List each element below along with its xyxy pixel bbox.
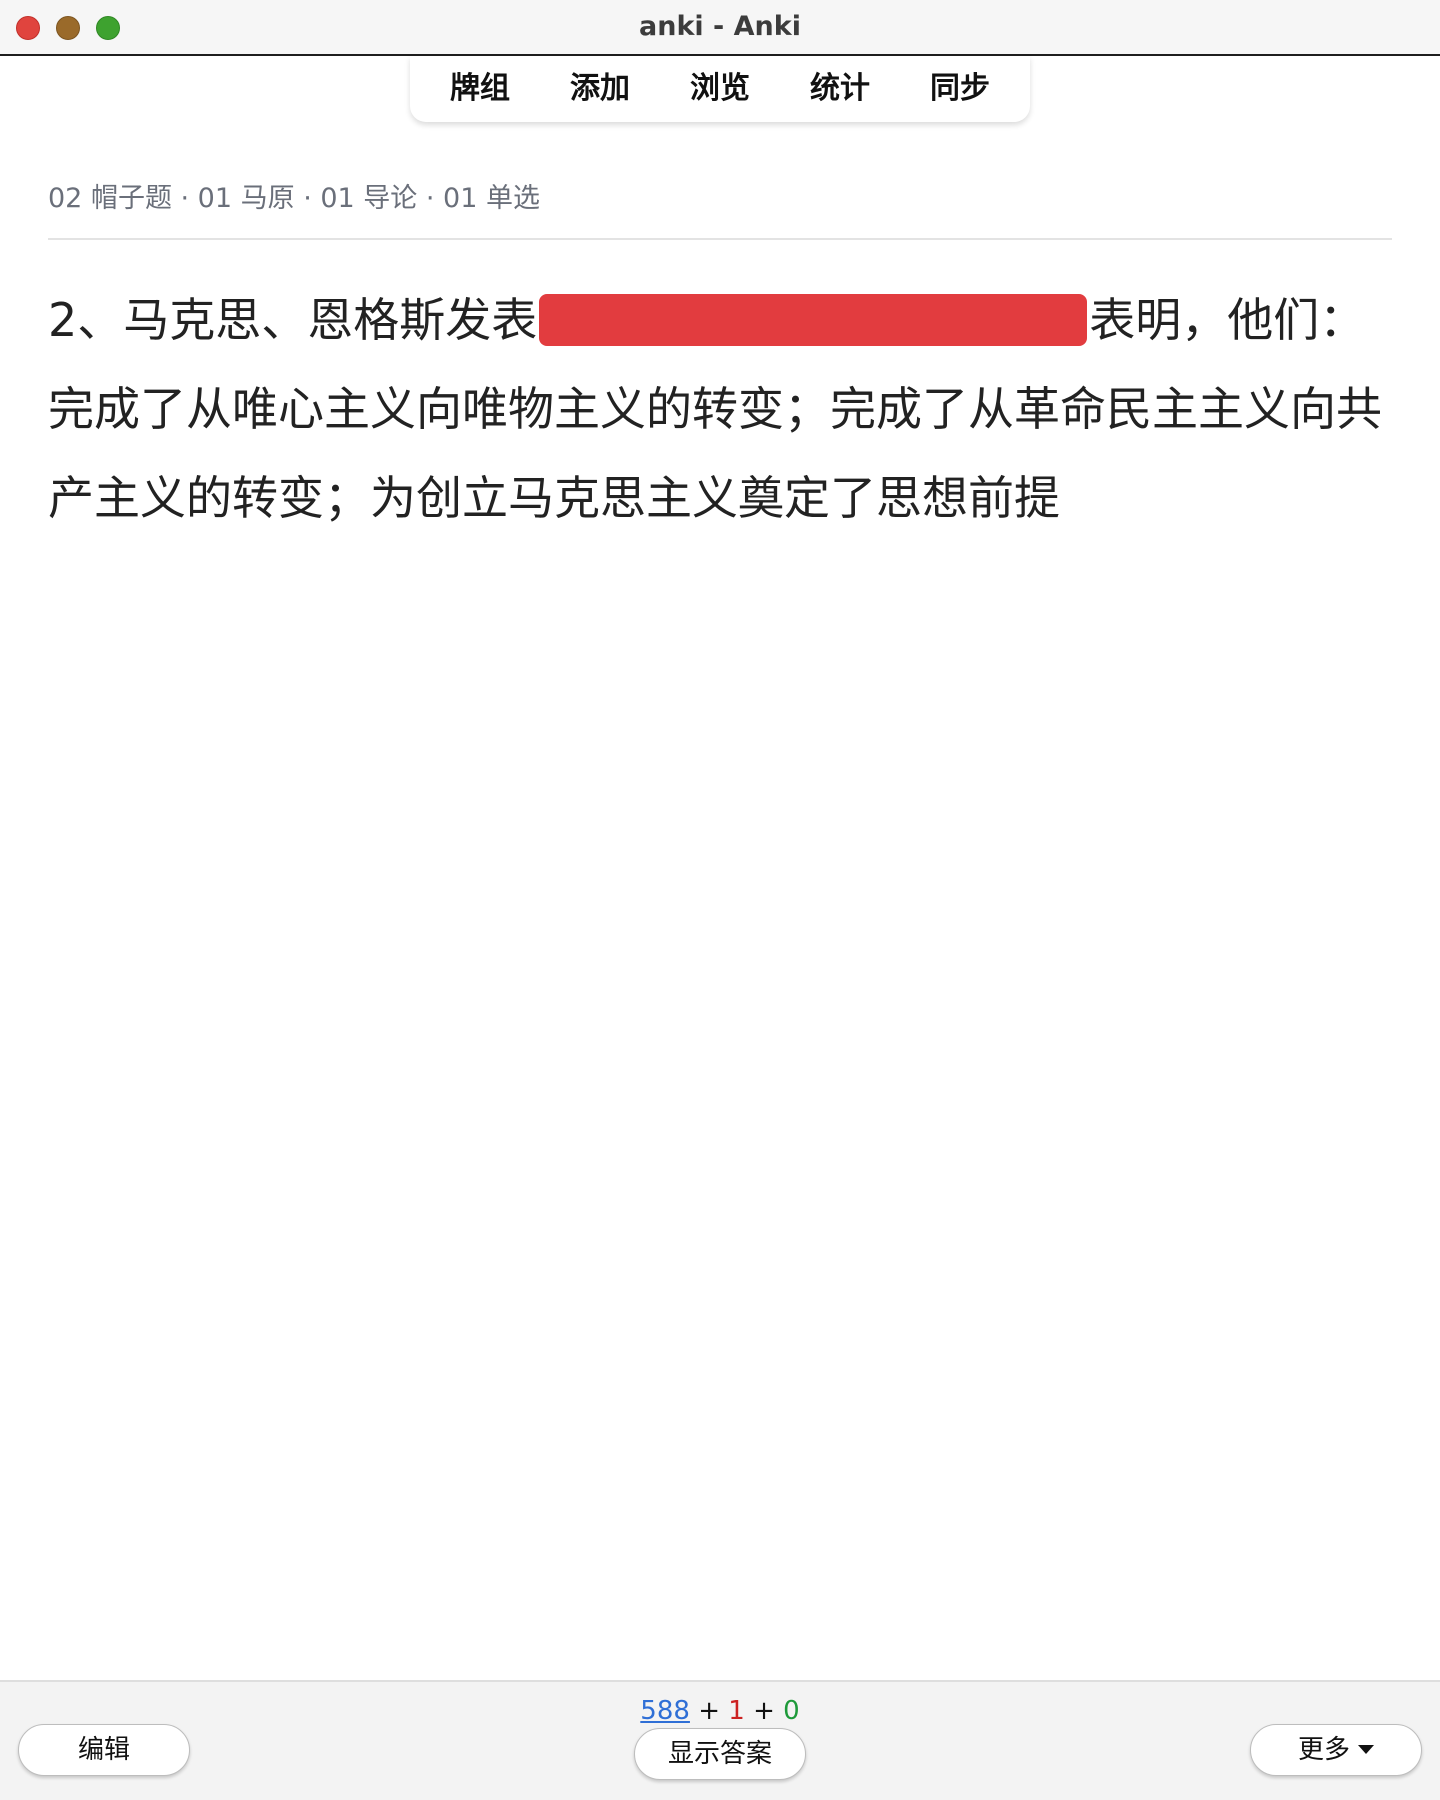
toolbar-browse[interactable]: 浏览 (660, 56, 780, 122)
toolbar-decks[interactable]: 牌组 (420, 56, 540, 122)
new-count[interactable]: 588 (640, 1696, 690, 1726)
question-text-before-cloze: 2、马克思、恩格斯发表 (48, 293, 538, 347)
cloze-blank (539, 293, 1088, 346)
toolbar-stats[interactable]: 统计 (780, 56, 900, 122)
count-separator: + (698, 1696, 720, 1726)
more-button[interactable]: 更多 (1250, 1724, 1422, 1776)
review-count: 0 (783, 1696, 800, 1726)
edit-button-label: 编辑 (77, 1735, 130, 1765)
deck-path: 02 帽子题 · 01 马原 · 01 导论 · 01 单选 (48, 183, 540, 214)
toolbar-add[interactable]: 添加 (540, 56, 660, 122)
toolbar-sync[interactable]: 同步 (900, 56, 1020, 122)
card-question: 2、马克思、恩格斯发表 表明，他们：完成了从唯心主义向唯物主义的转变；完成了从革命… (48, 276, 1398, 543)
title-bar: anki - Anki (0, 0, 1440, 56)
window-title: anki - Anki (639, 11, 801, 42)
more-button-label: 更多 (1297, 1735, 1350, 1765)
learning-count: 1 (728, 1696, 745, 1726)
chevron-down-icon (1358, 1745, 1374, 1754)
count-separator: + (753, 1696, 775, 1726)
show-answer-button-label: 显示答案 (667, 1739, 772, 1769)
bottom-bar: 588 + 1 + 0 编辑 显示答案 更多 (0, 1680, 1440, 1800)
edit-button[interactable]: 编辑 (18, 1724, 190, 1776)
due-counts: 588 + 1 + 0 (0, 1696, 1440, 1726)
divider (48, 238, 1392, 240)
show-answer-button[interactable]: 显示答案 (634, 1728, 806, 1780)
main-toolbar: 牌组 添加 浏览 统计 同步 (410, 56, 1030, 122)
anki-window: anki - Anki 牌组 添加 浏览 统计 同步 02 帽子题 · 01 马… (0, 0, 1440, 1800)
